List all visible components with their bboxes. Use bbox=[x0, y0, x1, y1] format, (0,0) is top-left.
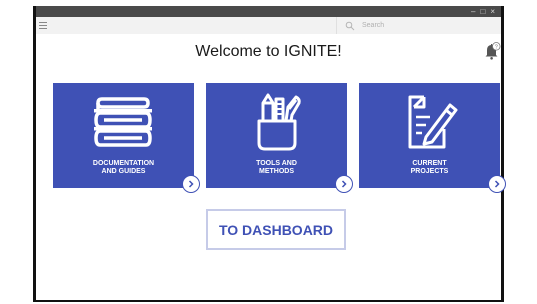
card-label: TOOLS AND METHODS bbox=[256, 160, 297, 175]
chevron-right-icon bbox=[494, 180, 500, 188]
chevron-right-icon bbox=[341, 180, 347, 188]
card-documentation[interactable]: DOCUMENTATION AND GUIDES bbox=[53, 83, 200, 193]
hamburger-menu-icon[interactable] bbox=[39, 20, 47, 30]
open-documentation-button[interactable] bbox=[182, 175, 200, 193]
window-controls: – □ × bbox=[471, 6, 495, 17]
to-dashboard-button[interactable]: TO DASHBOARD bbox=[206, 209, 346, 250]
minimize-button[interactable]: – bbox=[471, 6, 475, 17]
pencil-cup-icon bbox=[257, 93, 301, 151]
top-toolbar: Search bbox=[36, 17, 501, 34]
card-label: CURRENT PROJECTS bbox=[410, 160, 449, 175]
card-tools[interactable]: TOOLS AND METHODS bbox=[206, 83, 353, 193]
document-edit-icon bbox=[408, 95, 457, 149]
window-titlebar: – □ × bbox=[36, 6, 501, 17]
chevron-right-icon bbox=[188, 180, 194, 188]
open-tools-button[interactable] bbox=[335, 175, 353, 193]
maximize-button[interactable]: □ bbox=[480, 6, 485, 17]
app-window: – □ × Search Welcome to IGNITE! ? DOCUME… bbox=[33, 6, 506, 302]
books-icon bbox=[93, 97, 152, 147]
close-button[interactable]: × bbox=[490, 6, 495, 17]
page-title: Welcome to IGNITE! bbox=[195, 43, 342, 60]
card-label: DOCUMENTATION AND GUIDES bbox=[92, 160, 155, 175]
bell-icon[interactable]: ? bbox=[483, 42, 501, 60]
notification-badge: ? bbox=[495, 44, 498, 50]
search-input[interactable]: Search bbox=[362, 22, 384, 29]
search-box[interactable]: Search bbox=[336, 17, 508, 34]
search-icon bbox=[345, 21, 355, 30]
card-projects[interactable]: CURRENT PROJECTS bbox=[359, 83, 506, 193]
open-projects-button[interactable] bbox=[488, 175, 506, 193]
